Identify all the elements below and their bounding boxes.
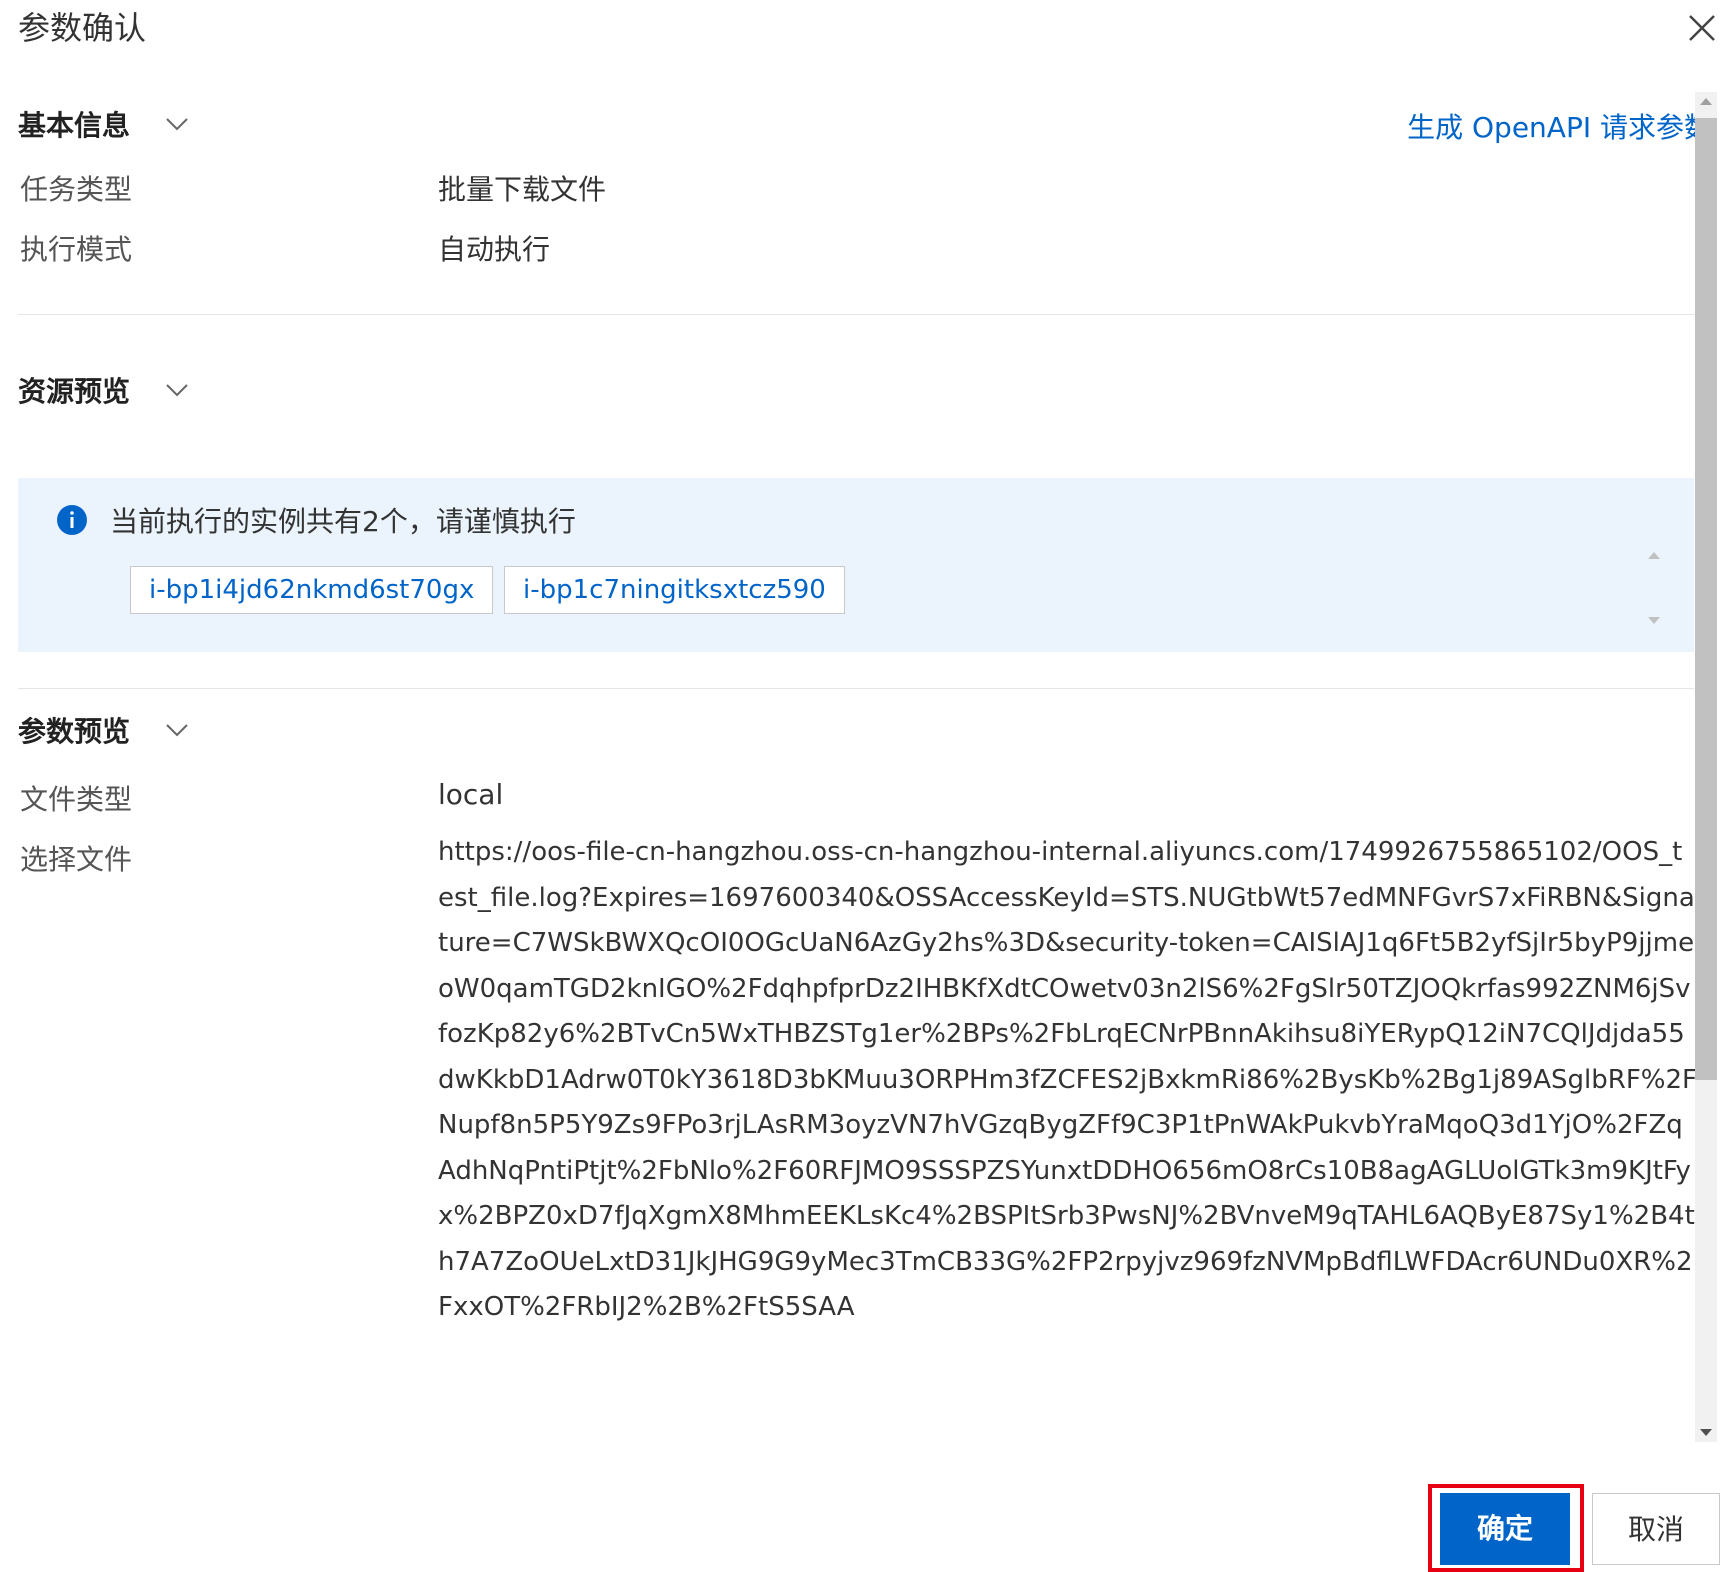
scroll-down-arrow-icon[interactable] — [1700, 1429, 1712, 1436]
divider — [18, 314, 1694, 315]
confirm-button[interactable]: 确定 — [1440, 1493, 1570, 1565]
scroll-down-arrow-icon[interactable] — [1648, 617, 1660, 624]
info-icon — [56, 504, 88, 536]
exec-mode-value: 自动执行 — [438, 233, 551, 266]
select-file-value: https://oos-file-cn-hangzhou.oss-cn-hang… — [438, 837, 1697, 1322]
section-param-preview-header[interactable]: 参数预览 — [18, 708, 190, 752]
cancel-button[interactable]: 取消 — [1592, 1493, 1720, 1565]
instance-tag[interactable]: i-bp1c7ningitksxtcz590 — [504, 566, 845, 614]
dialog-scrollbar[interactable] — [1695, 92, 1717, 1442]
select-file-label: 选择文件 — [20, 843, 133, 876]
scroll-up-arrow-icon[interactable] — [1648, 552, 1660, 559]
section-param-preview-title: 参数预览 — [18, 715, 131, 748]
close-button[interactable] — [1680, 6, 1724, 50]
section-basic-info-title: 基本信息 — [18, 109, 131, 142]
file-type-value: local — [438, 778, 504, 811]
section-resource-preview-header[interactable]: 资源预览 — [18, 368, 190, 412]
close-icon — [1689, 15, 1715, 41]
task-type-label: 任务类型 — [20, 173, 133, 206]
task-type-value: 批量下载文件 — [438, 173, 607, 206]
chevron-down-icon — [164, 111, 190, 137]
param-confirm-dialog: 参数确认 基本信息 生成 OpenAPI 请求参数 任务类型 批量下载文件 执行… — [0, 0, 1732, 1572]
instance-notice-text: 当前执行的实例共有2个，请谨慎执行 — [110, 505, 576, 538]
chevron-down-icon — [164, 717, 190, 743]
dialog-title: 参数确认 — [18, 9, 147, 47]
section-resource-preview-title: 资源预览 — [18, 375, 131, 408]
file-type-label: 文件类型 — [20, 783, 133, 816]
generate-openapi-link[interactable]: 生成 OpenAPI 请求参数 — [1407, 106, 1712, 146]
instance-notice-box: 当前执行的实例共有2个，请谨慎执行 i-bp1i4jd62nkmd6st70gx… — [18, 478, 1694, 652]
scrollbar-thumb[interactable] — [1695, 118, 1717, 1080]
divider — [18, 688, 1694, 689]
chevron-down-icon — [164, 377, 190, 403]
dialog-body[interactable]: 基本信息 生成 OpenAPI 请求参数 任务类型 批量下载文件 执行模式 自动… — [0, 88, 1720, 1443]
scroll-up-arrow-icon[interactable] — [1700, 98, 1712, 105]
section-basic-info-header[interactable]: 基本信息 — [18, 102, 190, 146]
instance-tag[interactable]: i-bp1i4jd62nkmd6st70gx — [130, 566, 494, 614]
instance-list-scrollbar[interactable] — [1646, 548, 1662, 628]
exec-mode-label: 执行模式 — [20, 233, 133, 266]
